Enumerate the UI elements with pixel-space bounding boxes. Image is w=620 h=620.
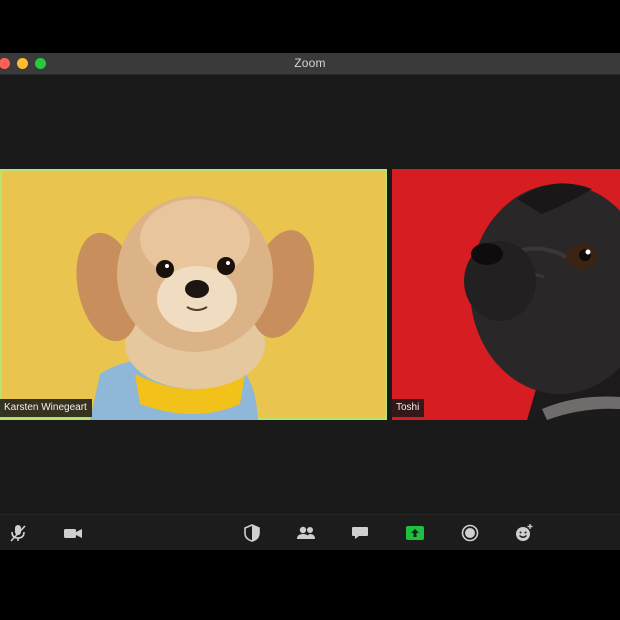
reactions-button[interactable] [514,523,534,543]
share-screen-icon [406,526,424,540]
record-icon [461,524,479,542]
record-button[interactable] [460,523,480,543]
reactions-icon [516,524,533,541]
share-screen-button[interactable] [405,523,425,543]
chat-button[interactable] [350,523,370,543]
security-shield-icon [244,524,260,542]
video-tile-toshi[interactable]: Toshi [392,169,620,420]
chat-bubble-icon [352,527,368,539]
stop-video-button[interactable] [63,523,83,543]
pug-video-feed [464,183,620,420]
zoom-window: Zoom Karsten Winegeart Toshi [0,53,620,550]
mute-button[interactable] [8,523,28,543]
window-title: Zoom [294,56,326,70]
meeting-toolbar [0,514,620,550]
video-tile-karsten[interactable]: Karsten Winegeart [0,169,387,420]
dog-video-feed [76,196,315,420]
participant-name-tag: Karsten Winegeart [0,399,92,417]
participants-button[interactable] [296,523,316,543]
security-button[interactable] [242,523,262,543]
video-camera-icon [64,529,82,538]
microphone-muted-icon [10,525,26,542]
participants-icon [297,526,315,539]
title-bar: Zoom [0,53,620,75]
participant-name-tag: Toshi [392,399,425,417]
